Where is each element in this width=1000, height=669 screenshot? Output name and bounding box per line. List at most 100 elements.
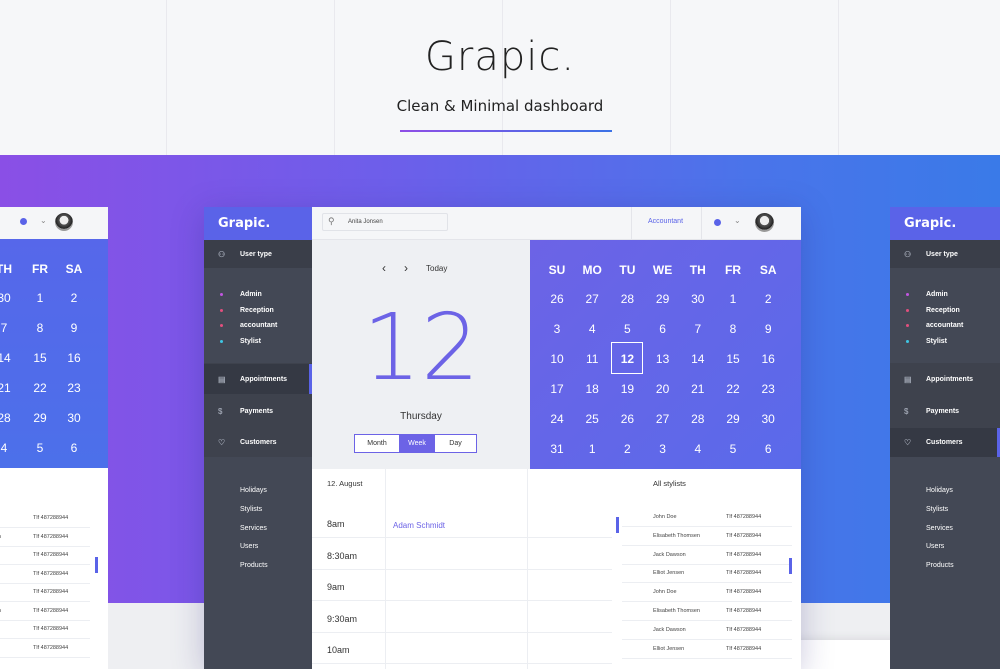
chevron-down-icon[interactable]: ⌄ bbox=[734, 216, 741, 225]
calendar-day[interactable]: 17 bbox=[540, 382, 574, 396]
calendar-day[interactable]: 4 bbox=[681, 442, 715, 456]
scrollbar[interactable] bbox=[95, 557, 98, 573]
calendar-day[interactable]: 3 bbox=[540, 322, 574, 336]
calendar-day[interactable]: 8 bbox=[23, 321, 57, 335]
calendar-day[interactable]: 28 bbox=[681, 412, 715, 426]
prev-arrow-icon[interactable]: ‹ bbox=[382, 261, 386, 275]
calendar-day[interactable]: 30 bbox=[751, 412, 785, 426]
calendar-day[interactable]: 16 bbox=[751, 352, 785, 366]
calendar-day[interactable]: 5 bbox=[23, 441, 57, 455]
notification-icon[interactable] bbox=[714, 219, 721, 226]
sidebar-link-stylists[interactable]: Stylists bbox=[926, 506, 948, 513]
calendar-day[interactable]: 28 bbox=[610, 292, 644, 306]
calendar-day[interactable]: 14 bbox=[0, 351, 21, 365]
sidebar-link-holidays[interactable]: Holidays bbox=[240, 487, 267, 494]
calendar-day[interactable]: 5 bbox=[610, 322, 644, 336]
calendar-day[interactable]: 4 bbox=[575, 322, 609, 336]
sidebar-link-services[interactable]: Services bbox=[240, 525, 267, 532]
stylist-name[interactable]: Elisabeth Thomsen bbox=[653, 533, 700, 539]
calendar-day[interactable]: 28 bbox=[0, 411, 21, 425]
calendar-day[interactable]: 2 bbox=[57, 291, 91, 305]
calendar-day[interactable]: 29 bbox=[646, 292, 680, 306]
calendar-day[interactable]: 10 bbox=[540, 352, 574, 366]
calendar-day[interactable]: 6 bbox=[646, 322, 680, 336]
stylist-name[interactable]: Elliot Jensen bbox=[653, 570, 684, 576]
calendar-day[interactable]: 14 bbox=[681, 352, 715, 366]
calendar-day[interactable]: 4 bbox=[0, 441, 21, 455]
view-month-button[interactable]: Month bbox=[355, 435, 400, 452]
calendar-day[interactable]: 8 bbox=[716, 322, 750, 336]
calendar-day[interactable]: 6 bbox=[57, 441, 91, 455]
nav-item-payments[interactable]: $ Payments bbox=[204, 407, 312, 417]
calendar-day[interactable]: 29 bbox=[716, 412, 750, 426]
calendar-day[interactable]: 21 bbox=[681, 382, 715, 396]
calendar-day[interactable]: 18 bbox=[575, 382, 609, 396]
chevron-down-icon[interactable]: ⌄ bbox=[40, 216, 47, 225]
calendar-day[interactable]: 6 bbox=[751, 442, 785, 456]
nav-item-customers[interactable]: ♡ Customers bbox=[204, 438, 312, 448]
sidebar-link-products[interactable]: Products bbox=[240, 562, 268, 569]
calendar-day[interactable]: 25 bbox=[575, 412, 609, 426]
calendar-day[interactable]: 2 bbox=[610, 442, 644, 456]
calendar-day[interactable]: 22 bbox=[716, 382, 750, 396]
avatar[interactable] bbox=[55, 213, 73, 231]
view-day-button[interactable]: Day bbox=[435, 435, 476, 452]
stylist-name[interactable]: Jack Dawson bbox=[653, 627, 686, 633]
user-type-accountant[interactable]: accountant bbox=[926, 322, 963, 329]
nav-item-appointments[interactable]: ▤ Appointments bbox=[890, 375, 1000, 385]
calendar-day[interactable]: 30 bbox=[0, 291, 21, 305]
view-week-button[interactable]: Week bbox=[400, 435, 435, 452]
stylist-name[interactable]: Jack Dawson bbox=[653, 552, 686, 558]
sidebar-link-products[interactable]: Products bbox=[926, 562, 954, 569]
user-type-reception[interactable]: Reception bbox=[926, 307, 960, 314]
sidebar-link-stylists[interactable]: Stylists bbox=[240, 506, 262, 513]
calendar-day[interactable]: 16 bbox=[57, 351, 91, 365]
calendar-day[interactable]: 23 bbox=[751, 382, 785, 396]
calendar-day[interactable]: 13 bbox=[646, 352, 680, 366]
calendar-day[interactable]: 21 bbox=[0, 381, 21, 395]
calendar-day[interactable]: 1 bbox=[716, 292, 750, 306]
stylist-name[interactable]: John Doe bbox=[653, 589, 677, 595]
stylist-name[interactable]: Elliot Jensen bbox=[653, 646, 684, 652]
nav-item-customers[interactable]: ♡ Customers bbox=[890, 438, 1000, 448]
sidebar-link-users[interactable]: Users bbox=[240, 543, 258, 550]
calendar-day-selected[interactable]: 12 bbox=[610, 352, 644, 366]
calendar-day[interactable]: 27 bbox=[575, 292, 609, 306]
nav-item-payments[interactable]: $ Payments bbox=[890, 407, 1000, 417]
calendar-day[interactable]: 9 bbox=[57, 321, 91, 335]
stylist-name[interactable]: John Doe bbox=[653, 514, 677, 520]
calendar-day[interactable]: 7 bbox=[681, 322, 715, 336]
app-logo[interactable]: Grapic. bbox=[890, 207, 1000, 240]
calendar-day[interactable]: 22 bbox=[23, 381, 57, 395]
calendar-day[interactable]: 23 bbox=[57, 381, 91, 395]
calendar-day[interactable]: 15 bbox=[716, 352, 750, 366]
user-type-header[interactable]: ⚇ User type bbox=[204, 240, 312, 268]
user-type-header[interactable]: ⚇ User type bbox=[890, 240, 1000, 268]
calendar-day[interactable]: 5 bbox=[716, 442, 750, 456]
stylist-name[interactable]: Elisabeth Thomsen bbox=[653, 608, 700, 614]
calendar-day[interactable]: 31 bbox=[540, 442, 574, 456]
scrollbar[interactable] bbox=[789, 558, 792, 574]
calendar-day[interactable]: 26 bbox=[540, 292, 574, 306]
user-type-stylist[interactable]: Stylist bbox=[926, 338, 947, 345]
sidebar-link-users[interactable]: Users bbox=[926, 543, 944, 550]
calendar-day[interactable]: 1 bbox=[23, 291, 57, 305]
calendar-day[interactable]: 9 bbox=[751, 322, 785, 336]
notification-icon[interactable] bbox=[20, 218, 27, 225]
next-arrow-icon[interactable]: › bbox=[404, 261, 408, 275]
role-label[interactable]: Accountant bbox=[648, 218, 683, 225]
user-type-accountant[interactable]: accountant bbox=[240, 322, 277, 329]
today-button[interactable]: Today bbox=[426, 264, 447, 273]
calendar-day[interactable]: 29 bbox=[23, 411, 57, 425]
calendar-day[interactable]: 26 bbox=[610, 412, 644, 426]
app-logo[interactable]: Grapic. bbox=[204, 207, 312, 240]
calendar-day[interactable]: 24 bbox=[540, 412, 574, 426]
avatar[interactable] bbox=[755, 213, 774, 232]
user-type-admin[interactable]: Admin bbox=[240, 291, 262, 298]
calendar-day[interactable]: 11 bbox=[575, 352, 609, 366]
calendar-day[interactable]: 7 bbox=[0, 321, 21, 335]
search-input[interactable]: ⚲ Anita Jonsen bbox=[322, 213, 448, 231]
nav-item-appointments[interactable]: ▤ Appointments bbox=[204, 375, 312, 385]
scrollbar[interactable] bbox=[616, 517, 619, 533]
sidebar-link-holidays[interactable]: Holidays bbox=[926, 487, 953, 494]
